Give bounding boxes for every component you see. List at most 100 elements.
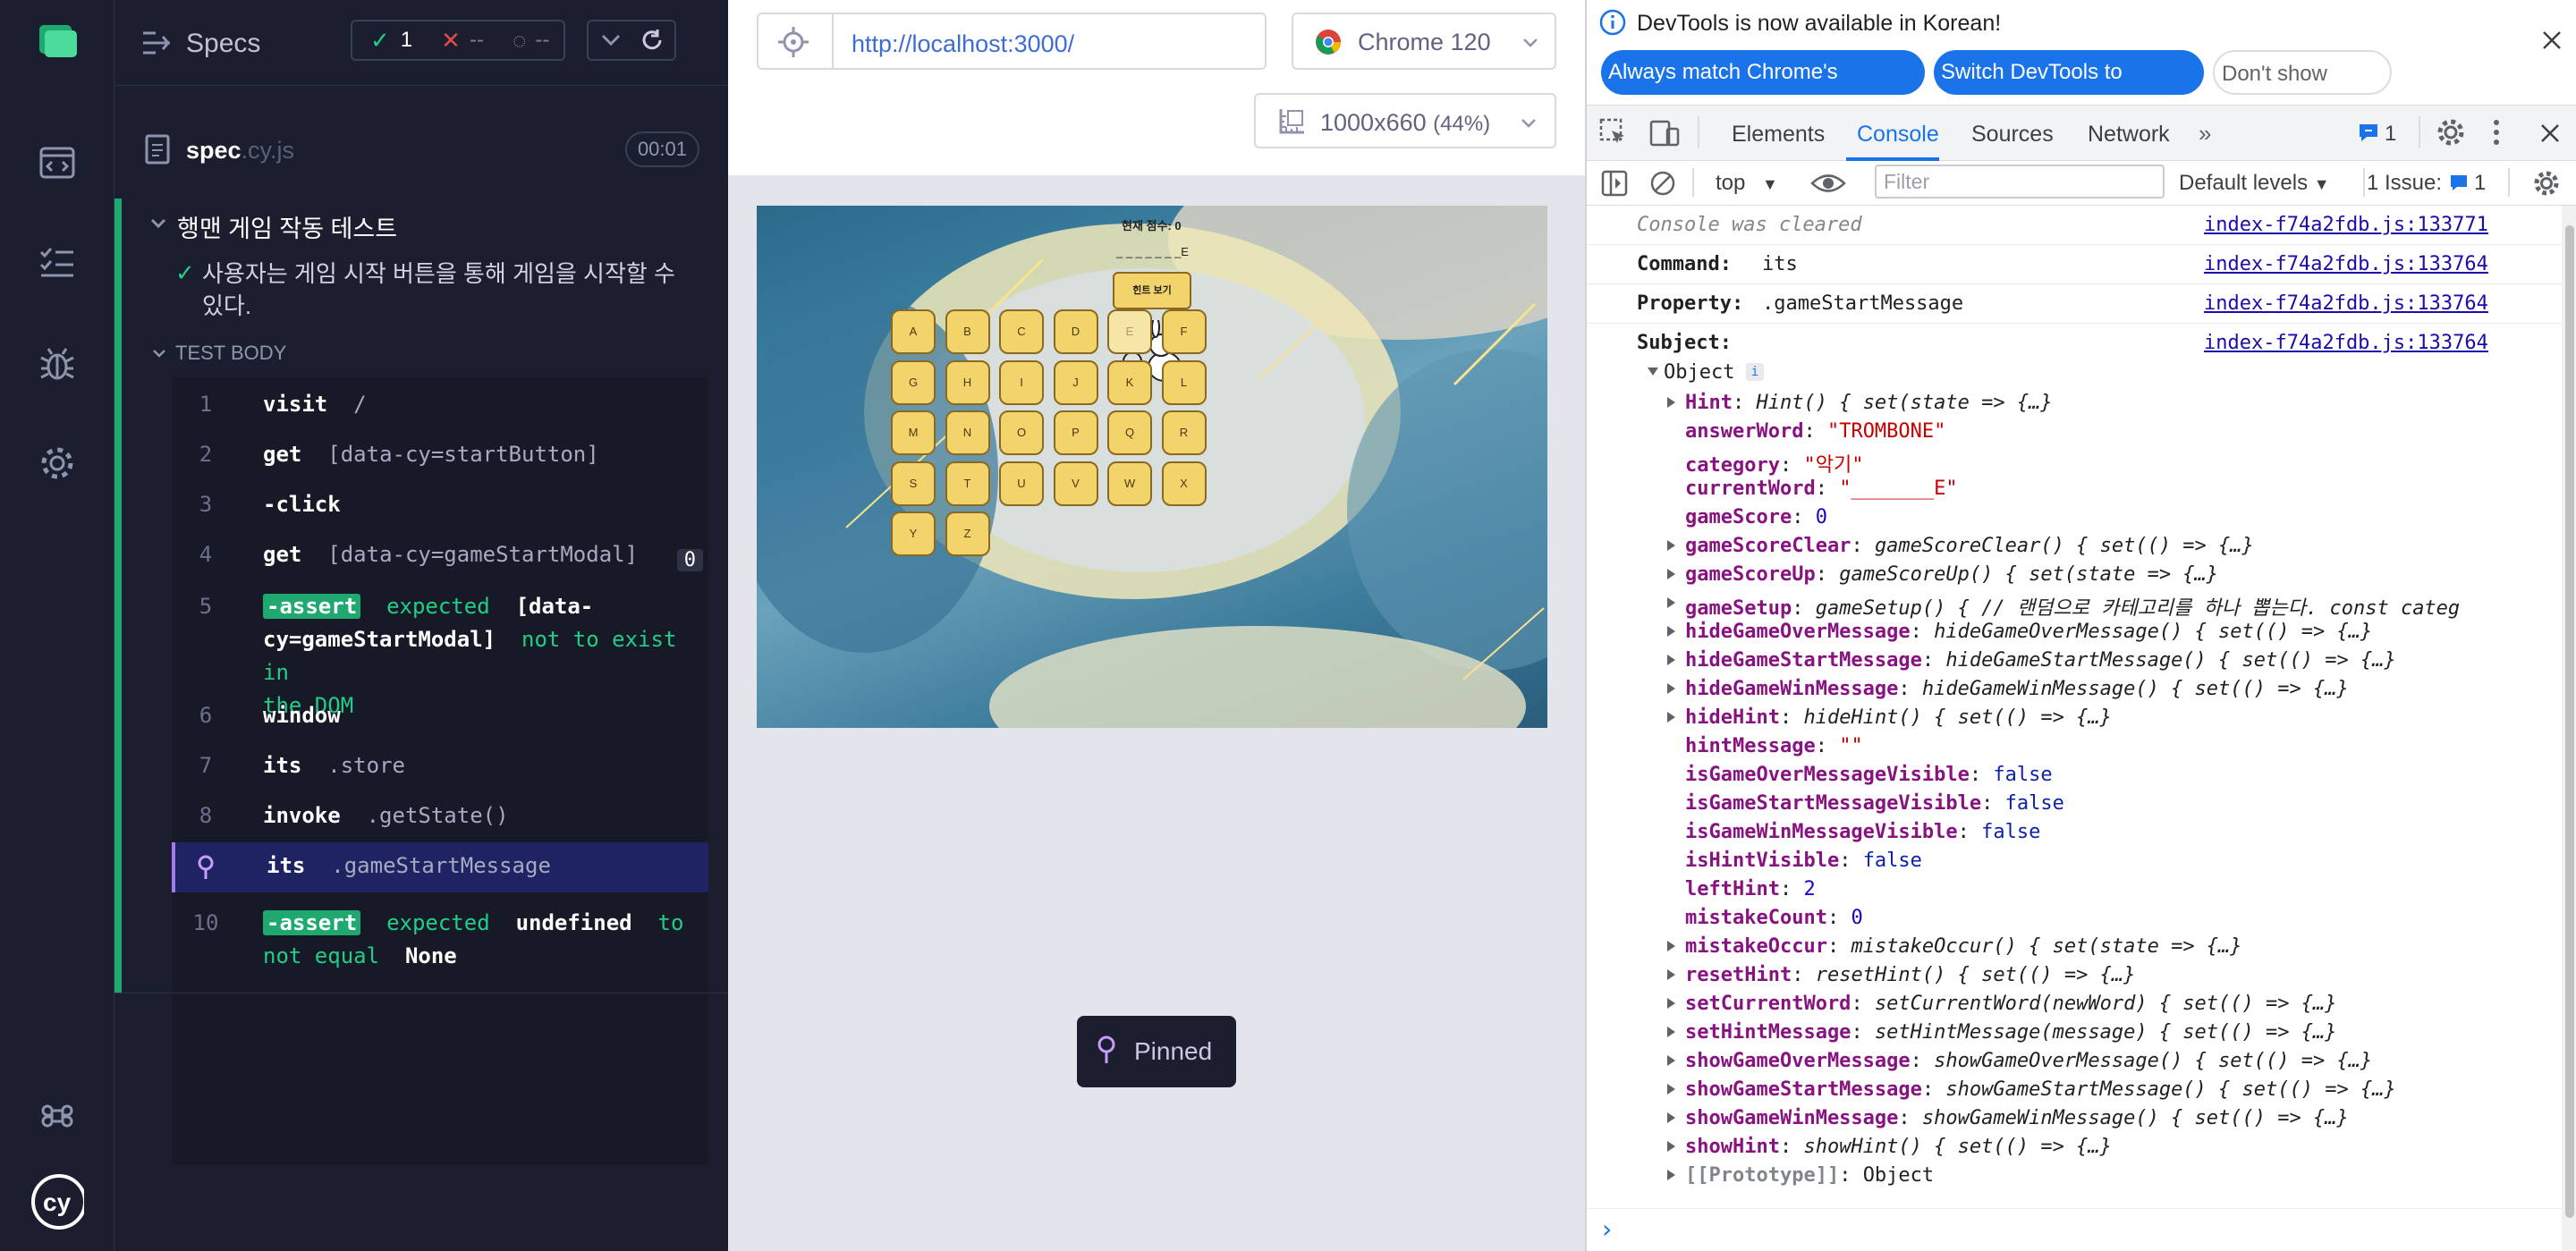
selector-playground-crosshair-icon[interactable] [778, 27, 809, 57]
collapse-chevron-icon[interactable] [601, 34, 621, 46]
object-property[interactable]: gameScoreClear: gameScoreClear() { set((… [1667, 535, 2254, 557]
browser-selector[interactable]: Chrome 120 [1292, 13, 1556, 70]
letter-key[interactable]: N [945, 410, 990, 455]
letter-key[interactable]: Y [891, 511, 936, 556]
inspect-element-icon[interactable] [1599, 118, 1628, 147]
url-bar[interactable]: http://localhost:3000/ [757, 13, 1267, 70]
keyboard-shortcuts-icon[interactable] [30, 1089, 84, 1143]
console-message[interactable]: Property: .gameStartMessage index-f74a2f… [1587, 284, 2562, 324]
letter-key[interactable]: X [1161, 461, 1207, 506]
object-property[interactable]: mistakeOccur: mistakeOccur() { set(state… [1667, 935, 2242, 958]
console-settings-gear-icon[interactable] [2533, 170, 2560, 197]
letter-key[interactable]: B [945, 309, 990, 354]
letter-key[interactable]: W [1107, 461, 1152, 506]
object-property[interactable]: showGameOverMessage: showGameOverMessage… [1667, 1050, 2372, 1072]
settings-gear-icon[interactable] [30, 436, 84, 490]
runs-nav-icon[interactable] [30, 236, 84, 290]
issues-count[interactable]: 1 [2385, 122, 2396, 147]
more-tabs-chevron-icon[interactable]: » [2199, 120, 2211, 148]
letter-key[interactable]: U [999, 461, 1044, 506]
letter-key[interactable]: O [999, 410, 1044, 455]
letter-key[interactable]: K [1107, 359, 1152, 405]
letter-key[interactable]: E [1107, 309, 1152, 354]
object-property[interactable]: gameScoreUp: gameScoreUp() { set(state =… [1667, 563, 2218, 586]
object-property[interactable]: showGameWinMessage: showGameWinMessage()… [1667, 1107, 2349, 1129]
toggle-specs-list-icon[interactable] [143, 30, 172, 55]
suite-chevron-icon[interactable] [150, 218, 166, 229]
devtools-settings-gear-icon[interactable] [2436, 118, 2465, 147]
source-link[interactable]: index-f74a2fdb.js:133764 [2204, 332, 2488, 354]
letter-key[interactable]: R [1161, 410, 1207, 455]
source-link[interactable]: index-f74a2fdb.js:133764 [2204, 253, 2488, 275]
command-row[interactable]: 4 get [data-cy=gameStartModal] 0 [172, 542, 708, 578]
tab-console[interactable]: Console [1857, 122, 1939, 148]
expand-triangle-icon[interactable] [1667, 712, 1675, 723]
console-filter-input[interactable]: Filter [1875, 165, 2165, 199]
suite-title[interactable]: 행맨 게임 작동 테스트 [177, 209, 397, 244]
debug-bug-icon[interactable] [30, 336, 84, 390]
expand-triangle-icon[interactable] [1667, 969, 1675, 980]
letter-key[interactable]: Z [945, 511, 990, 556]
object-property[interactable]: Hint: Hint() { set(state => {…} [1667, 392, 2053, 414]
issues-message-icon[interactable] [2358, 122, 2379, 143]
close-devtools-icon[interactable] [2540, 123, 2560, 143]
spec-file-row[interactable]: spec.cy.js 00:01 [114, 114, 728, 186]
object-property[interactable]: hideHint: hideHint() { set(() => {…} [1667, 706, 2112, 729]
command-row-pinned[interactable]: its .gameStartMessage [172, 842, 708, 892]
live-expression-eye-icon[interactable] [1810, 170, 1846, 197]
letter-key[interactable]: T [945, 461, 990, 506]
expand-triangle-icon[interactable] [1667, 1112, 1675, 1123]
expand-triangle-icon[interactable] [1667, 597, 1675, 608]
letter-key[interactable]: P [1053, 410, 1098, 455]
object-property[interactable]: showGameStartMessage: showGameStartMessa… [1667, 1078, 2396, 1101]
log-levels-dropdown[interactable]: Default levels ▼ [2179, 171, 2330, 196]
letter-key[interactable]: A [891, 309, 936, 354]
object-property[interactable]: hideGameStartMessage: hideGameStartMessa… [1667, 649, 2396, 672]
expand-triangle-icon[interactable] [1667, 683, 1675, 694]
always-match-language-button[interactable]: Always match Chrome's language [1601, 50, 1925, 129]
object-info-icon[interactable]: i [1746, 363, 1764, 381]
expand-triangle-icon[interactable] [1667, 1141, 1675, 1152]
expand-triangle-icon[interactable] [1667, 655, 1675, 665]
object-property[interactable]: hideGameOverMessage: hideGameOverMessage… [1667, 621, 2372, 643]
letter-key[interactable]: M [891, 410, 936, 455]
object-property[interactable]: showHint: showHint() { set(() => {…} [1667, 1136, 2112, 1158]
scrollbar-thumb[interactable] [2565, 225, 2574, 1218]
device-toolbar-icon[interactable] [1649, 118, 1680, 147]
expand-triangle-icon[interactable] [1667, 1027, 1675, 1037]
letter-key[interactable]: V [1053, 461, 1098, 506]
assert-row[interactable]: 10 -assert expected undefined to not equ… [172, 907, 708, 978]
console-message[interactable]: Console was cleared index-f74a2fdb.js:13… [1587, 206, 2562, 245]
object-property[interactable]: resetHint: resetHint() { set(() => {…} [1667, 964, 2135, 986]
close-infobar-icon[interactable] [2542, 30, 2562, 50]
issues-link[interactable]: 1 Issue: [2367, 171, 2442, 196]
letter-key[interactable]: J [1053, 359, 1098, 405]
letter-key[interactable]: C [999, 309, 1044, 354]
viewport-selector[interactable]: 1000x660 (44%) [1254, 93, 1556, 148]
letter-key[interactable]: I [999, 359, 1044, 405]
switch-to-korean-button[interactable]: Switch DevTools to Korean [1934, 50, 2204, 129]
expand-triangle-icon[interactable] [1648, 368, 1658, 376]
expand-triangle-icon[interactable] [1667, 626, 1675, 637]
command-row[interactable]: 8 invoke .getState() [172, 803, 708, 839]
show-sidebar-icon[interactable] [1601, 170, 1628, 197]
source-link[interactable]: index-f74a2fdb.js:133764 [2204, 292, 2488, 315]
expand-triangle-icon[interactable] [1667, 941, 1675, 951]
expand-triangle-icon[interactable] [1667, 540, 1675, 551]
command-row[interactable]: 2 get [data-cy=startButton] [172, 442, 708, 478]
object-property[interactable]: [[Prototype]]: Object [1667, 1164, 1934, 1187]
object-property[interactable]: hideGameWinMessage: hideGameWinMessage()… [1667, 678, 2349, 700]
letter-key[interactable]: H [945, 359, 990, 405]
command-row[interactable]: 7 its .store [172, 753, 708, 789]
command-row[interactable]: 3 -click [172, 492, 708, 528]
object-property[interactable]: setCurrentWord: setCurrentWord(newWord) … [1667, 993, 2337, 1015]
specs-title[interactable]: Specs [186, 29, 260, 59]
context-selector[interactable]: top ▼ [1716, 171, 1778, 196]
expand-triangle-icon[interactable] [1667, 397, 1675, 408]
letter-key[interactable]: S [891, 461, 936, 506]
letter-key[interactable]: D [1053, 309, 1098, 354]
console-scrollbar[interactable] [2562, 206, 2576, 1251]
url-text[interactable]: http://localhost:3000/ [852, 30, 1074, 58]
source-link[interactable]: index-f74a2fdb.js:133771 [2204, 214, 2488, 236]
expand-triangle-icon[interactable] [1667, 1055, 1675, 1066]
